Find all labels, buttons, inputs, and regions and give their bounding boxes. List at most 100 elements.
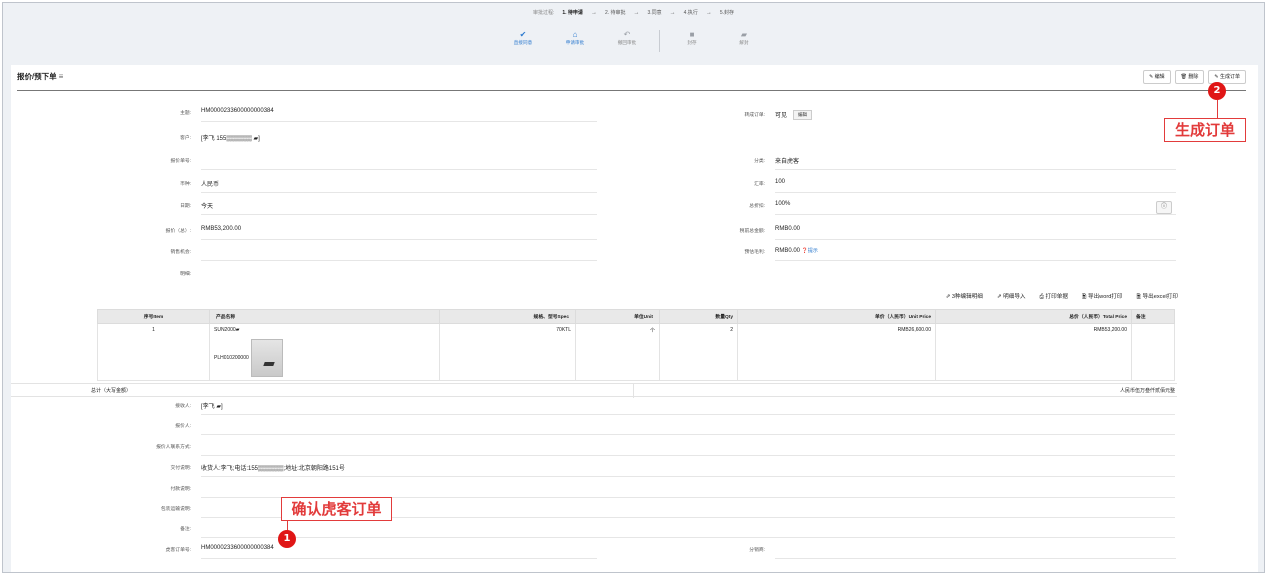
exchange-rate-value: 100 xyxy=(775,179,786,185)
col-spec: 规格、型号Spec xyxy=(439,309,576,324)
cell-spec: 70KTL xyxy=(439,323,576,381)
title-divider xyxy=(17,90,1246,91)
date-value: 今天 xyxy=(201,204,214,210)
converted-order-label: 转成订单: xyxy=(744,113,765,118)
product-code-row: PLH010200000 xyxy=(214,339,435,377)
withdraw-approval-label: 撤回审批 xyxy=(617,40,637,45)
distributor-label: 分销商: xyxy=(749,548,765,553)
withdraw-approval-button[interactable]: ↶ 撤回审批 xyxy=(601,30,653,46)
currency-label: 币种: xyxy=(180,182,191,187)
category-label: 分类: xyxy=(754,159,765,164)
product-name: SUN2000▰ xyxy=(214,327,240,333)
folder-icon: ■ xyxy=(689,30,695,39)
arrow-right-icon: → xyxy=(705,9,712,16)
estimated-margin-field: 预估毛利: RMB0.00 ❓提示 xyxy=(671,245,1176,261)
quote-no-label: 报价单号: xyxy=(170,159,191,164)
payment-field: 付款说明: xyxy=(97,482,1175,498)
total-discount-label: 总折扣: xyxy=(749,204,765,209)
action-divider xyxy=(659,30,660,52)
col-product: 产品名称 xyxy=(209,309,440,324)
quote-no-field: 报价单号: xyxy=(97,154,597,170)
currency-value: 人民币 xyxy=(201,182,220,188)
workflow-bar: 审批过程: 1. 待申请 → 2. 待审批 → 3.同意 → 4.执行 → 5.… xyxy=(3,3,1264,63)
send-icon: ⌂ xyxy=(572,30,578,39)
hint-icon[interactable]: ❓提示 xyxy=(802,248,818,254)
subject-field: 主题: HM0000233600000000384 xyxy=(97,106,597,122)
workflow-actions: ✔ 直接同意 ⌂ 申请审批 ↶ 撤回审批 ■ 封存 ▰ 解封 xyxy=(3,30,1264,52)
info-icon[interactable]: ⓘ xyxy=(1156,201,1172,214)
total-discount-value: 100% xyxy=(775,201,791,207)
receiver-field: 接收人: [李飞 ▰] xyxy=(97,399,1175,415)
col-unit: 单位Unit xyxy=(575,309,660,324)
product-image[interactable] xyxy=(250,339,283,377)
quote-total-value: RMB53,200.00 xyxy=(201,226,242,232)
edit-button[interactable]: ✎ 编辑 xyxy=(1143,70,1171,84)
customer-field: 客户: [李飞 155▒▒▒▒▒▒ ▰] xyxy=(97,131,597,147)
date-label: 日期: xyxy=(180,204,191,209)
converted-order-edit-button[interactable]: 编辑 xyxy=(793,110,813,121)
details-field: 明细: xyxy=(97,267,597,283)
approve-directly-label: 直接同意 xyxy=(513,40,533,45)
pretax-total-field: 税前总金额: RMB0.00 xyxy=(671,224,1176,240)
export-excel-button[interactable]: 🖹 导出excel打印 xyxy=(1137,292,1179,302)
receiver-value[interactable]: [李飞 ▰] xyxy=(201,401,223,410)
packing-field: 包装运输说明: xyxy=(97,502,1175,518)
unarchive-label: 解封 xyxy=(739,40,749,45)
subject-value: HM0000233600000000384 xyxy=(201,108,274,114)
quoter-contact-label: 报价人联系方式: xyxy=(156,445,191,450)
cell-product: SUN2000▰ PLH010200000 xyxy=(209,323,440,381)
import-details-button[interactable]: ⇗ 明细导入 xyxy=(997,292,1026,302)
page-title: 报价/预下单 ≡ xyxy=(17,71,63,82)
product-code: PLH010200000 xyxy=(214,355,249,361)
workflow-prefix: 审批过程: xyxy=(532,10,555,16)
payment-label: 付款说明: xyxy=(170,487,191,492)
col-remark: 备注 xyxy=(1131,309,1175,324)
total-label: 总计（大写金额） xyxy=(91,388,132,394)
approve-directly-button[interactable]: ✔ 直接同意 xyxy=(497,30,549,46)
col-qty: 数量Qty xyxy=(659,309,738,324)
annotation-leader-2 xyxy=(1217,100,1218,118)
converted-order-text: 可见 xyxy=(775,113,788,119)
table-total-row: 总计（大写金额） 人民币伍万叁仟贰佰元整 xyxy=(11,383,1177,398)
date-field: 日期: 今天 xyxy=(97,199,597,215)
menu-icon[interactable]: ≡ xyxy=(59,72,64,81)
workflow-steps: 审批过程: 1. 待申请 → 2. 待审批 → 3.同意 → 4.执行 → 5.… xyxy=(3,9,1264,17)
annotation-callout-2: 生成订单 xyxy=(1164,118,1246,142)
cell-unit: 个 xyxy=(575,323,660,381)
quote-total-field: 报价（总）: RMB53,200.00 xyxy=(97,224,597,240)
archive-button[interactable]: ■ 封存 xyxy=(666,30,718,46)
quoter-label: 报价人: xyxy=(175,424,191,429)
remark-label: 备注: xyxy=(180,527,191,532)
remark-field: 备注: xyxy=(97,522,1175,538)
sales-opportunity-label: 销售机会: xyxy=(170,250,191,255)
export-word-button[interactable]: 🖹 导出word打印 xyxy=(1082,292,1123,302)
cell-remark xyxy=(1131,323,1175,381)
subject-label: 主题: xyxy=(180,111,191,116)
total-discount-field: 总折扣: 100% ⓘ xyxy=(671,199,1176,215)
arrow-right-icon: → xyxy=(669,9,676,16)
customer-value[interactable]: [李飞 155▒▒▒▒▒▒ ▰] xyxy=(201,133,260,142)
arrow-right-icon: → xyxy=(633,9,640,16)
workflow-step-1: 1. 待申请 xyxy=(562,10,583,16)
cell-total-price: RMB53,200.00 xyxy=(935,323,1132,381)
details-toolbar: ⇗ 3种编辑明细 ⇗ 明细导入 ⎙ 打印单据 🖹 导出word打印 🖹 导出ex… xyxy=(946,292,1178,302)
unarchive-button[interactable]: ▰ 解封 xyxy=(718,30,770,46)
estimated-margin-value: RMB0.00 ❓提示 xyxy=(775,247,818,254)
undo-icon: ↶ xyxy=(623,30,631,39)
request-approval-label: 申请审批 xyxy=(565,40,585,45)
request-approval-button[interactable]: ⌂ 申请审批 xyxy=(549,30,601,46)
edit-details-button[interactable]: ⇗ 3种编辑明细 xyxy=(946,292,983,302)
annotation-badge-1: 1 xyxy=(278,530,296,548)
table-row: 1 SUN2000▰ PLH010200000 70KTL 个 2 RMB26,… xyxy=(97,323,1175,381)
delivery-label: 交付说明: xyxy=(170,466,191,471)
table-header-row: 序号Item 产品名称 规格、型号Spec 单位Unit 数量Qty 单价（人民… xyxy=(97,309,1175,324)
details-label: 明细: xyxy=(180,272,191,277)
packing-label: 包装运输说明: xyxy=(160,507,191,512)
sales-opportunity-field: 销售机会: xyxy=(97,245,597,261)
pretax-total-label: 税前总金额: xyxy=(739,229,765,234)
print-quote-button[interactable]: ⎙ 打印单据 xyxy=(1040,292,1068,302)
annotation-badge-2: 2 xyxy=(1208,82,1226,100)
delete-button[interactable]: 🗑 删除 xyxy=(1174,70,1205,84)
folder-open-icon: ▰ xyxy=(740,30,748,39)
category-value: 来自虎客 xyxy=(775,159,800,165)
